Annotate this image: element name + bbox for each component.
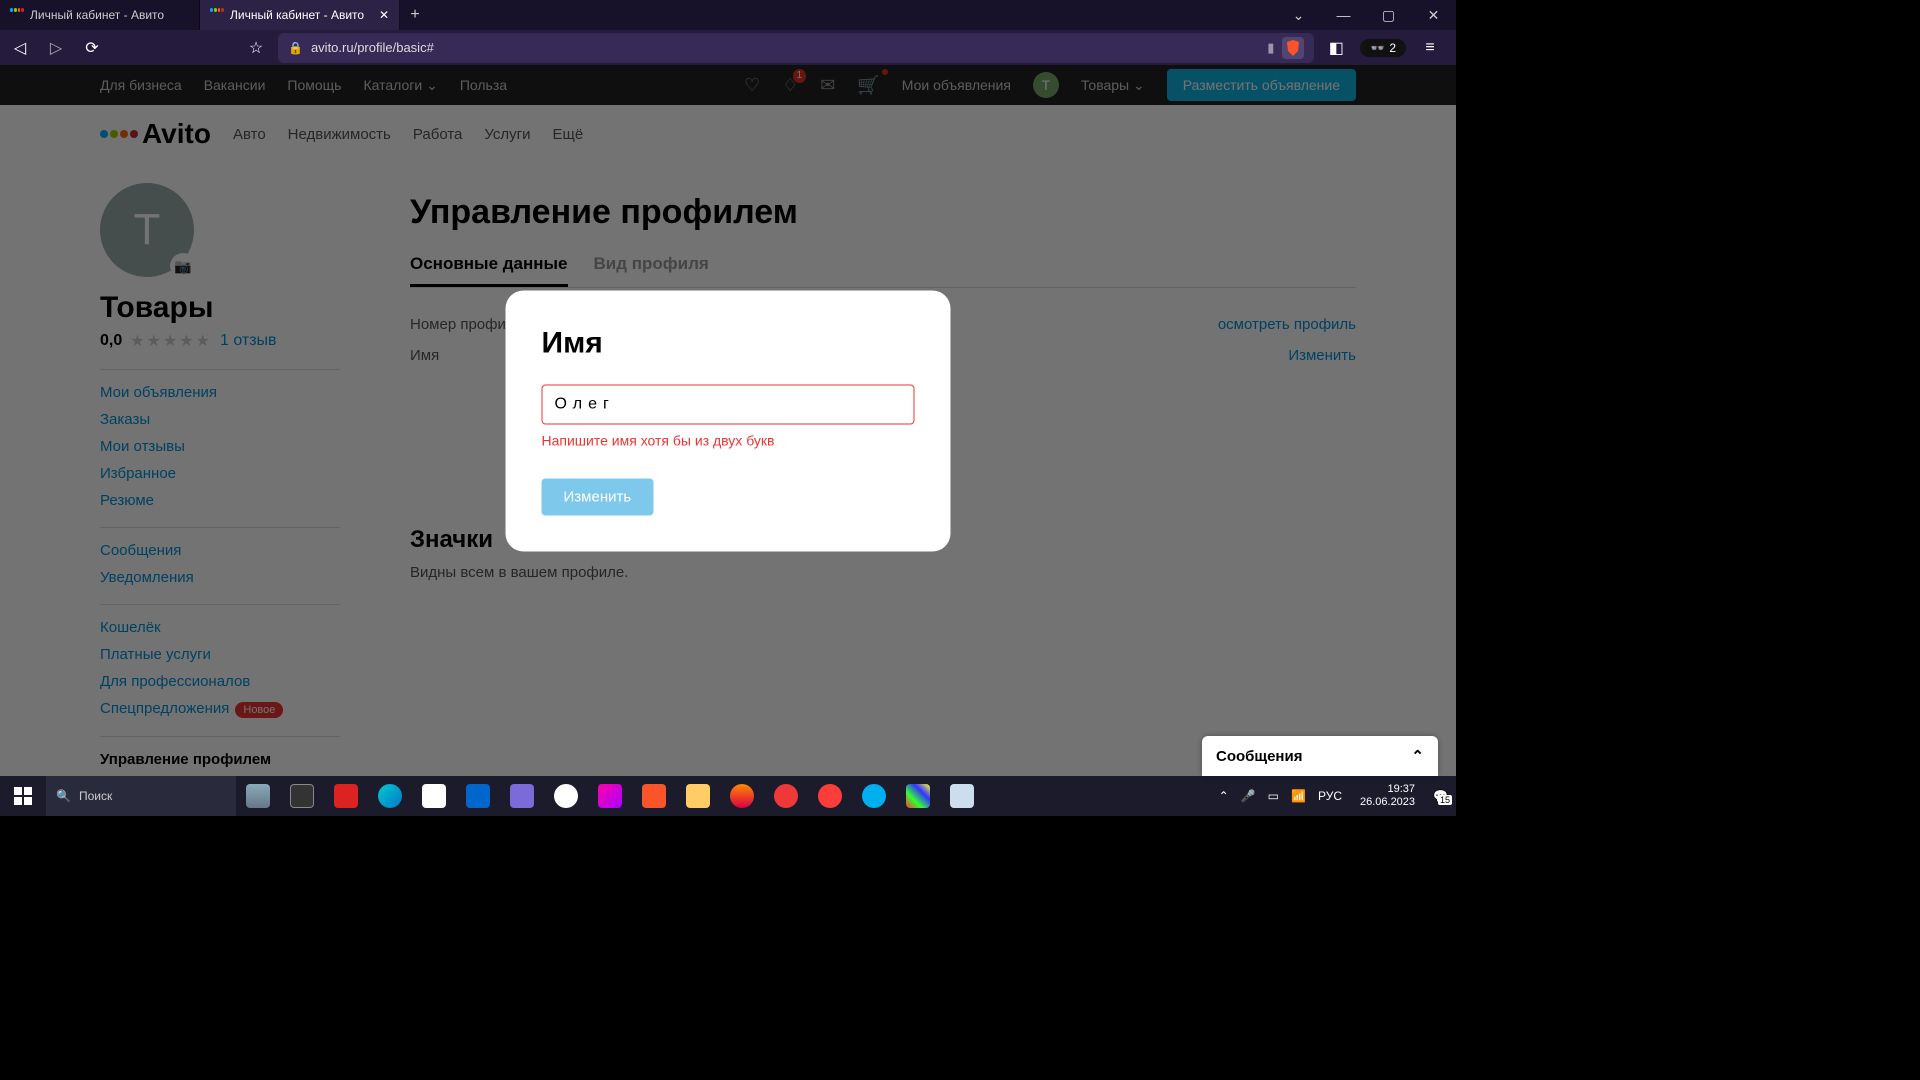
- forward-button: ▷: [42, 34, 70, 62]
- search-placeholder: Поиск: [79, 789, 112, 803]
- back-button[interactable]: ◁: [6, 34, 34, 62]
- name-input[interactable]: [542, 384, 915, 424]
- store-icon[interactable]: [412, 776, 456, 816]
- wifi-icon[interactable]: 📶: [1291, 789, 1306, 803]
- browser-tab[interactable]: Личный кабинет - Авито: [0, 0, 200, 30]
- reader-icon[interactable]: ▮: [1267, 40, 1274, 56]
- browser-chrome: Личный кабинет - Авито Личный кабинет - …: [0, 0, 1456, 65]
- window-controls: ⌄ — ▢ ✕: [1276, 0, 1456, 30]
- system-tray: ⌃ 🎤 ▭ 📶 РУС 19:37 26.06.2023 💬15: [1211, 776, 1456, 816]
- private-indicator[interactable]: 👓2: [1360, 39, 1406, 57]
- mic-icon[interactable]: 🎤: [1241, 789, 1256, 803]
- mail-icon[interactable]: [456, 776, 500, 816]
- date-text: 26.06.2023: [1360, 796, 1415, 809]
- search-icon: 🔍: [56, 789, 71, 803]
- url-text: avito.ru/profile/basic#: [311, 40, 1259, 55]
- taskbar-apps: [236, 776, 984, 816]
- edge-icon[interactable]: [368, 776, 412, 816]
- lock-icon: 🔒: [288, 41, 303, 55]
- app-icon[interactable]: [588, 776, 632, 816]
- favicon-icon: [210, 8, 224, 22]
- battery-icon[interactable]: ▭: [1268, 789, 1279, 803]
- notifications-icon[interactable]: 💬15: [1433, 789, 1448, 803]
- error-text: Напишите имя хотя бы из двух букв: [542, 432, 915, 448]
- tab-title: Личный кабинет - Авито: [30, 8, 164, 22]
- app-icon[interactable]: [236, 776, 280, 816]
- explorer-icon[interactable]: [676, 776, 720, 816]
- vivaldi-icon[interactable]: [764, 776, 808, 816]
- app-icon[interactable]: [896, 776, 940, 816]
- favicon-icon: [10, 8, 24, 22]
- time-text: 19:37: [1360, 783, 1415, 796]
- start-button[interactable]: [0, 776, 46, 816]
- tray-chevron-icon[interactable]: ⌃: [1219, 789, 1229, 803]
- close-window-button[interactable]: ✕: [1411, 0, 1456, 30]
- clock[interactable]: 19:37 26.06.2023: [1354, 783, 1421, 809]
- close-tab-icon[interactable]: ✕: [379, 8, 389, 22]
- modal-title: Имя: [542, 326, 915, 360]
- app-icon[interactable]: [940, 776, 984, 816]
- bookmark-icon[interactable]: ☆: [242, 34, 270, 62]
- taskbar-search[interactable]: 🔍 Поиск: [46, 776, 236, 816]
- private-count: 2: [1389, 41, 1396, 55]
- brave-icon[interactable]: [632, 776, 676, 816]
- maximize-button[interactable]: ▢: [1366, 0, 1411, 30]
- lang-indicator[interactable]: РУС: [1318, 789, 1342, 803]
- toolbar: ◁ ▷ ⟳ ☆ 🔒 avito.ru/profile/basic# ▮ ◧ 👓2…: [0, 30, 1456, 65]
- submit-button[interactable]: Изменить: [542, 478, 654, 515]
- messages-label: Сообщения: [1216, 748, 1302, 765]
- brave-shield-icon[interactable]: [1282, 37, 1304, 59]
- skype-icon[interactable]: [852, 776, 896, 816]
- sidepanel-icon[interactable]: ◧: [1322, 34, 1350, 62]
- chevron-down-icon[interactable]: ⌄: [1276, 0, 1321, 30]
- glasses-icon: 👓: [1370, 41, 1385, 55]
- new-tab-button[interactable]: +: [400, 0, 430, 30]
- app-icon[interactable]: [324, 776, 368, 816]
- windows-taskbar: 🔍 Поиск ⌃ 🎤 ▭ 📶 РУС 19:37 26.06.2023 💬15: [0, 776, 1456, 816]
- menu-icon[interactable]: ≡: [1416, 34, 1444, 62]
- taskview-icon[interactable]: [280, 776, 324, 816]
- browser-tab-active[interactable]: Личный кабинет - Авито ✕: [200, 0, 400, 30]
- yandex-icon[interactable]: [808, 776, 852, 816]
- app-icon[interactable]: [500, 776, 544, 816]
- tabstrip: Личный кабинет - Авито Личный кабинет - …: [0, 0, 1456, 30]
- minimize-button[interactable]: —: [1321, 0, 1366, 30]
- address-bar[interactable]: 🔒 avito.ru/profile/basic# ▮: [278, 33, 1314, 63]
- reload-button[interactable]: ⟳: [78, 34, 106, 62]
- chevron-up-icon: ⌃: [1411, 747, 1424, 765]
- firefox-icon[interactable]: [720, 776, 764, 816]
- messages-dock[interactable]: Сообщения ⌃: [1202, 736, 1438, 776]
- yandex-icon[interactable]: [544, 776, 588, 816]
- name-modal: Имя Напишите имя хотя бы из двух букв Из…: [506, 290, 951, 551]
- tab-title: Личный кабинет - Авито: [230, 8, 364, 22]
